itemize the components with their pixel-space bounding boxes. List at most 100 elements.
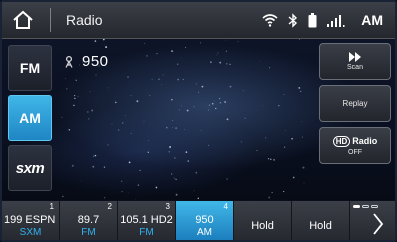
preset-2[interactable]: 2 89.7 FM <box>60 201 118 240</box>
star <box>68 129 71 131</box>
star <box>219 98 221 100</box>
preset-6[interactable]: Hold <box>292 201 350 240</box>
star <box>285 130 286 131</box>
seek-scan-button[interactable]: Scan <box>319 43 391 80</box>
tab-sxm[interactable]: sxm <box>8 145 52 191</box>
preset-band: FM <box>81 227 96 238</box>
preset-5[interactable]: Hold <box>234 201 292 240</box>
star <box>144 43 145 44</box>
antenna-icon <box>65 55 73 68</box>
battery-icon <box>308 12 317 27</box>
hd-radio-label: Radio <box>352 136 378 146</box>
star <box>103 197 106 199</box>
preset-band: SXM <box>19 227 42 238</box>
star <box>185 151 188 153</box>
star <box>161 84 162 85</box>
tab-am[interactable]: AM <box>8 95 52 141</box>
star <box>77 95 79 97</box>
hd-radio-state: OFF <box>348 148 362 156</box>
star <box>147 140 149 141</box>
preset-number: 1 <box>49 202 54 211</box>
star <box>128 192 129 194</box>
fast-forward-icon <box>349 52 361 62</box>
preset-number: 4 <box>223 202 228 211</box>
page-indicator <box>353 205 378 208</box>
star <box>65 78 66 79</box>
star <box>273 159 275 161</box>
star <box>300 90 302 92</box>
star <box>92 155 95 158</box>
star <box>225 63 228 65</box>
star <box>166 126 168 129</box>
star <box>264 137 267 139</box>
signal-icon <box>327 15 345 27</box>
star <box>171 99 173 101</box>
replay-button[interactable]: Replay <box>319 85 391 122</box>
star <box>181 105 182 107</box>
star <box>229 63 231 66</box>
star <box>269 67 271 69</box>
star <box>283 94 285 95</box>
star <box>171 50 174 53</box>
status-bar: Radio AM <box>2 2 395 39</box>
star <box>217 52 219 54</box>
star <box>177 78 180 81</box>
hd-radio-button[interactable]: HD Radio OFF <box>319 127 391 164</box>
star <box>147 151 149 153</box>
star <box>240 141 242 143</box>
star <box>178 109 180 111</box>
star <box>111 123 113 125</box>
star <box>121 191 123 193</box>
star <box>130 95 132 97</box>
star <box>216 54 218 56</box>
star <box>103 44 105 46</box>
status-band: AM <box>361 12 383 28</box>
replay-label: Replay <box>342 99 368 108</box>
home-icon <box>13 10 33 29</box>
star <box>61 116 63 119</box>
star <box>158 78 160 80</box>
star <box>175 178 177 181</box>
tab-fm[interactable]: FM <box>8 45 52 91</box>
preset-4[interactable]: 4 950 AM <box>176 201 234 240</box>
home-button[interactable] <box>8 5 38 35</box>
star <box>149 95 151 96</box>
star <box>198 91 200 93</box>
star <box>214 100 215 102</box>
wifi-icon <box>262 14 278 27</box>
star <box>171 173 173 175</box>
next-presets-button[interactable] <box>350 201 395 240</box>
star <box>108 87 109 89</box>
star <box>303 182 305 184</box>
star <box>271 192 273 194</box>
star <box>195 171 198 174</box>
star <box>219 101 222 104</box>
star <box>168 150 171 153</box>
preset-band: AM <box>197 227 212 238</box>
star <box>92 165 95 168</box>
star <box>193 190 195 192</box>
star <box>225 50 228 52</box>
star <box>130 132 132 134</box>
star <box>71 164 74 167</box>
star <box>226 118 229 121</box>
status-icons: AM <box>262 10 383 30</box>
star <box>117 129 120 131</box>
star <box>156 52 158 55</box>
star <box>73 104 75 107</box>
star <box>301 136 303 138</box>
star <box>121 180 123 182</box>
star <box>211 102 214 105</box>
preset-1[interactable]: 1 199 ESPN SXM <box>2 201 60 240</box>
star <box>184 128 185 130</box>
star <box>210 61 212 63</box>
preset-3[interactable]: 3 105.1 HD2 FM <box>118 201 176 240</box>
star <box>219 61 222 64</box>
star <box>128 161 131 164</box>
preset-frequency: 950 <box>195 214 214 226</box>
star <box>193 106 195 108</box>
star <box>137 184 140 186</box>
status-divider <box>50 8 51 32</box>
star <box>201 85 204 88</box>
chevron-right-icon <box>373 213 384 235</box>
